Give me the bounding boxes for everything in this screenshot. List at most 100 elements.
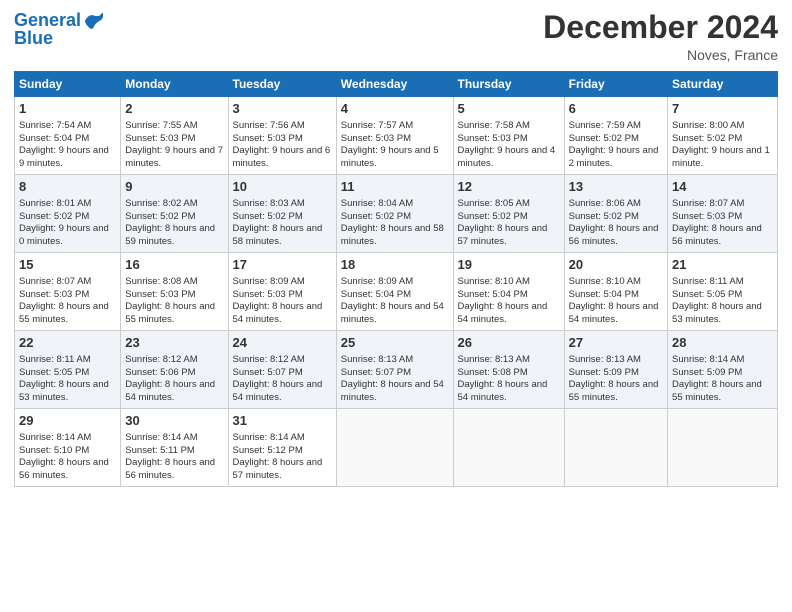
day-number: 29 [19,412,116,430]
day-number: 28 [672,334,773,352]
sunrise-label: Sunrise: 7:56 AM [233,120,305,131]
daylight-label: Daylight: 8 hours and 57 minutes. [458,223,548,247]
calendar-week-row: 29 Sunrise: 8:14 AM Sunset: 5:10 PM Dayl… [15,409,778,487]
sunrise-label: Sunrise: 8:09 AM [233,276,305,287]
page-container: General Blue December 2024 Noves, France… [0,0,792,497]
table-row: 11 Sunrise: 8:04 AM Sunset: 5:02 PM Dayl… [336,175,453,253]
table-row [564,409,667,487]
day-number: 17 [233,256,332,274]
daylight-label: Daylight: 8 hours and 55 minutes. [125,301,215,325]
table-row: 3 Sunrise: 7:56 AM Sunset: 5:03 PM Dayli… [228,97,336,175]
table-row: 24 Sunrise: 8:12 AM Sunset: 5:07 PM Dayl… [228,331,336,409]
col-monday: Monday [121,72,228,97]
day-number: 18 [341,256,449,274]
daylight-label: Daylight: 8 hours and 55 minutes. [672,379,762,403]
sunrise-label: Sunrise: 8:07 AM [672,198,744,209]
sunrise-label: Sunrise: 8:12 AM [233,354,305,365]
sunset-label: Sunset: 5:04 PM [19,133,89,144]
sunset-label: Sunset: 5:02 PM [569,211,639,222]
daylight-label: Daylight: 8 hours and 54 minutes. [233,301,323,325]
sunset-label: Sunset: 5:02 PM [233,211,303,222]
table-row: 20 Sunrise: 8:10 AM Sunset: 5:04 PM Dayl… [564,253,667,331]
sunrise-label: Sunrise: 8:11 AM [672,276,744,287]
daylight-label: Daylight: 8 hours and 54 minutes. [569,301,659,325]
table-row: 14 Sunrise: 8:07 AM Sunset: 5:03 PM Dayl… [668,175,778,253]
table-row: 15 Sunrise: 8:07 AM Sunset: 5:03 PM Dayl… [15,253,121,331]
table-row: 22 Sunrise: 8:11 AM Sunset: 5:05 PM Dayl… [15,331,121,409]
sunset-label: Sunset: 5:06 PM [125,367,195,378]
sunset-label: Sunset: 5:03 PM [458,133,528,144]
day-number: 24 [233,334,332,352]
sunset-label: Sunset: 5:03 PM [233,133,303,144]
page-header: General Blue December 2024 Noves, France [14,10,778,63]
table-row: 16 Sunrise: 8:08 AM Sunset: 5:03 PM Dayl… [121,253,228,331]
table-row: 23 Sunrise: 8:12 AM Sunset: 5:06 PM Dayl… [121,331,228,409]
sunset-label: Sunset: 5:09 PM [672,367,742,378]
daylight-label: Daylight: 8 hours and 58 minutes. [341,223,444,247]
sunrise-label: Sunrise: 8:07 AM [19,276,91,287]
day-number: 13 [569,178,663,196]
table-row [336,409,453,487]
daylight-label: Daylight: 9 hours and 2 minutes. [569,145,659,169]
daylight-label: Daylight: 8 hours and 54 minutes. [341,301,444,325]
calendar-header-row: Sunday Monday Tuesday Wednesday Thursday… [15,72,778,97]
day-number: 22 [19,334,116,352]
daylight-label: Daylight: 8 hours and 55 minutes. [569,379,659,403]
calendar-week-row: 22 Sunrise: 8:11 AM Sunset: 5:05 PM Dayl… [15,331,778,409]
daylight-label: Daylight: 8 hours and 59 minutes. [125,223,215,247]
col-friday: Friday [564,72,667,97]
sunrise-label: Sunrise: 8:14 AM [125,432,197,443]
table-row: 6 Sunrise: 7:59 AM Sunset: 5:02 PM Dayli… [564,97,667,175]
sunset-label: Sunset: 5:07 PM [233,367,303,378]
sunset-label: Sunset: 5:10 PM [19,445,89,456]
col-sunday: Sunday [15,72,121,97]
daylight-label: Daylight: 9 hours and 6 minutes. [233,145,331,169]
sunrise-label: Sunrise: 8:13 AM [341,354,413,365]
daylight-label: Daylight: 9 hours and 9 minutes. [19,145,109,169]
table-row: 12 Sunrise: 8:05 AM Sunset: 5:02 PM Dayl… [453,175,564,253]
day-number: 23 [125,334,223,352]
table-row: 19 Sunrise: 8:10 AM Sunset: 5:04 PM Dayl… [453,253,564,331]
day-number: 5 [458,100,560,118]
daylight-label: Daylight: 8 hours and 54 minutes. [125,379,215,403]
day-number: 19 [458,256,560,274]
sunrise-label: Sunrise: 8:08 AM [125,276,197,287]
day-number: 15 [19,256,116,274]
table-row: 9 Sunrise: 8:02 AM Sunset: 5:02 PM Dayli… [121,175,228,253]
daylight-label: Daylight: 9 hours and 4 minutes. [458,145,556,169]
location: Noves, France [543,47,778,63]
logo: General Blue [14,10,105,49]
sunset-label: Sunset: 5:12 PM [233,445,303,456]
day-number: 27 [569,334,663,352]
table-row: 31 Sunrise: 8:14 AM Sunset: 5:12 PM Dayl… [228,409,336,487]
sunrise-label: Sunrise: 8:09 AM [341,276,413,287]
table-row: 18 Sunrise: 8:09 AM Sunset: 5:04 PM Dayl… [336,253,453,331]
calendar-week-row: 1 Sunrise: 7:54 AM Sunset: 5:04 PM Dayli… [15,97,778,175]
sunset-label: Sunset: 5:02 PM [341,211,411,222]
daylight-label: Daylight: 8 hours and 55 minutes. [19,301,109,325]
table-row: 28 Sunrise: 8:14 AM Sunset: 5:09 PM Dayl… [668,331,778,409]
sunrise-label: Sunrise: 7:59 AM [569,120,641,131]
sunset-label: Sunset: 5:05 PM [672,289,742,300]
day-number: 31 [233,412,332,430]
sunset-label: Sunset: 5:08 PM [458,367,528,378]
sunset-label: Sunset: 5:04 PM [341,289,411,300]
table-row: 29 Sunrise: 8:14 AM Sunset: 5:10 PM Dayl… [15,409,121,487]
sunset-label: Sunset: 5:03 PM [341,133,411,144]
sunset-label: Sunset: 5:05 PM [19,367,89,378]
sunset-label: Sunset: 5:04 PM [458,289,528,300]
sunrise-label: Sunrise: 8:00 AM [672,120,744,131]
sunrise-label: Sunrise: 8:13 AM [458,354,530,365]
day-number: 16 [125,256,223,274]
sunset-label: Sunset: 5:09 PM [569,367,639,378]
day-number: 2 [125,100,223,118]
day-number: 30 [125,412,223,430]
sunset-label: Sunset: 5:03 PM [125,289,195,300]
sunset-label: Sunset: 5:03 PM [125,133,195,144]
daylight-label: Daylight: 9 hours and 1 minute. [672,145,770,169]
daylight-label: Daylight: 8 hours and 56 minutes. [125,457,215,481]
table-row: 21 Sunrise: 8:11 AM Sunset: 5:05 PM Dayl… [668,253,778,331]
daylight-label: Daylight: 8 hours and 56 minutes. [569,223,659,247]
table-row [668,409,778,487]
day-number: 10 [233,178,332,196]
